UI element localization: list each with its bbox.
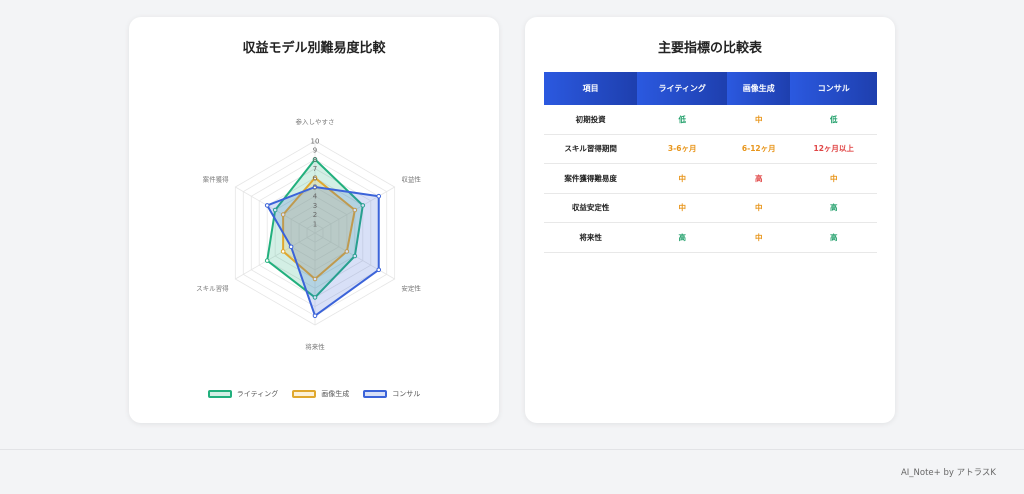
radar-point: [376, 193, 382, 199]
table-row: 収益安定性中中高: [544, 193, 877, 223]
legend-item[interactable]: 画像生成: [292, 389, 349, 399]
table-row: 案件獲得難易度中高中: [544, 163, 877, 194]
table-row: スキル習得期間 3-6ヶ月 6-12ヶ月 12ヶ月以上: [544, 134, 877, 164]
radar-axis-label: 収益性: [401, 175, 421, 184]
row-label: 案件獲得難易度: [544, 163, 638, 194]
table-cell: 高: [637, 222, 728, 253]
radar-axis-label: 将来性: [305, 342, 325, 351]
table-cell: 低: [790, 105, 877, 135]
table-cell: 中: [727, 105, 791, 135]
radar-point: [264, 258, 270, 263]
row-label: 収益安定性: [544, 193, 638, 223]
table-row: 初期投資低中低: [544, 105, 877, 135]
radar-tick-label: 8: [313, 156, 317, 164]
radar-axis-label: 参入しやすさ: [296, 117, 335, 126]
radar-axis-label: スキル習得: [196, 284, 229, 293]
radar-point: [280, 249, 286, 254]
table-cell: 高: [790, 193, 877, 223]
radar-tick-label: 2: [313, 211, 317, 219]
radar-tick-label: 9: [313, 147, 317, 155]
table-cell: 12ヶ月以上: [790, 134, 877, 164]
table-cell: 低: [637, 105, 728, 135]
radar-point: [376, 267, 382, 273]
radar-point: [264, 203, 270, 208]
table-card: 主要指標の比較表 項目 ライティング 画像生成 コンサル 初期投資低中低スキル習得期間…: [525, 17, 895, 423]
table-row: 将来性高中高: [544, 222, 877, 253]
radar-title: 収益モデル別難易度比較: [242, 41, 386, 56]
radar-tick-label: 3: [313, 202, 317, 210]
row-label: スキル習得期間: [544, 134, 638, 164]
table-title: 主要指標の比較表: [657, 41, 762, 56]
table-cell: 中: [790, 163, 877, 194]
table-cell: 高: [727, 163, 791, 194]
legend-item[interactable]: ライティング: [207, 389, 279, 399]
table-header-cell: コンサル: [790, 72, 877, 105]
radar-tick-label: 1: [313, 220, 317, 228]
table-cell: 高: [790, 222, 877, 253]
legend-label: コンサル: [392, 390, 421, 398]
radar-card: 収益モデル別難易度比較 1 2 3 4 5 6 7 8 9 10 参入しやすさ収益性安定性将来性 スキ…: [129, 17, 499, 423]
row-label: 将来性: [544, 222, 638, 253]
legend-swatch: [363, 390, 388, 398]
legend-swatch: [292, 390, 317, 398]
table-cell: 中: [727, 222, 791, 253]
radar-point: [312, 313, 318, 319]
table-header-cell: 項目: [544, 72, 638, 105]
metrics-table: 項目 ライティング 画像生成 コンサル 初期投資低中低スキル習得期間 3-6ヶ月 6-12…: [544, 72, 877, 253]
radar-point: [288, 244, 294, 250]
footer-divider: [0, 449, 1024, 450]
table-header-cell: ライティング: [637, 72, 728, 105]
radar-axis-label: 案件獲得: [203, 175, 230, 184]
table-header-cell: 画像生成: [727, 72, 791, 105]
legend-swatch: [207, 390, 232, 398]
table-header-row: 項目 ライティング 画像生成 コンサル: [544, 72, 877, 105]
radar-axis-label: 安定性: [401, 284, 421, 293]
table-cell: 6-12ヶ月: [727, 134, 791, 164]
row-label: 初期投資: [544, 105, 638, 135]
radar-chart: 12345 678910 参入しやすさ収益性安定性将来性 スキル習得 案件獲得: [196, 117, 421, 351]
legend-item[interactable]: コンサル: [363, 389, 420, 399]
legend-label: 画像生成: [321, 390, 350, 398]
radar-tick-label: 6: [313, 174, 318, 182]
table-cell: 3-6ヶ月: [637, 134, 728, 164]
footer-credit: AI_Note+ by アトラスK: [900, 468, 996, 478]
radar-legend: ライティング 画像生成 コンサル: [129, 389, 499, 399]
radar-tick-label: 4: [313, 193, 318, 201]
legend-label: ライティング: [236, 390, 279, 398]
table-cell: 中: [637, 193, 728, 223]
radar-tick-label: 7: [313, 165, 317, 173]
table-cell: 中: [727, 193, 791, 223]
radar-tick-label: 10: [311, 138, 320, 146]
radar-tick-label: 5: [313, 184, 317, 192]
table-cell: 中: [637, 163, 728, 194]
